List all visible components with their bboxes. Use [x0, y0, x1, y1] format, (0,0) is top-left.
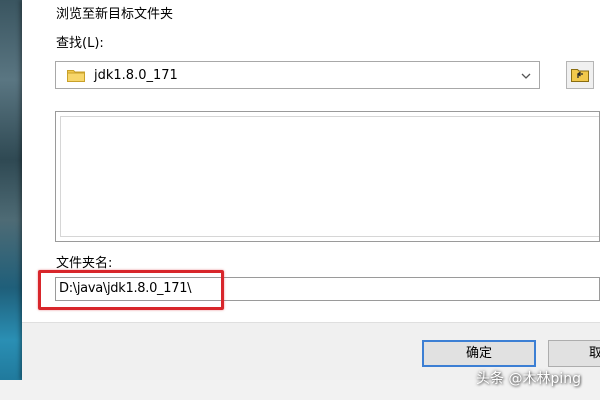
up-folder-button[interactable] [566, 61, 594, 89]
lookin-label: 查找(L): [56, 36, 104, 51]
watermark: 头条 @木林ping [476, 371, 581, 387]
cancel-button[interactable]: 取 [548, 340, 600, 367]
red-highlight-box [38, 270, 224, 310]
dialog-title: 浏览至新目标文件夹 [56, 7, 174, 22]
lookin-value: jdk1.8.0_171 [94, 68, 178, 83]
foldername-label: 文件夹名: [56, 256, 113, 271]
chevron-down-icon[interactable] [521, 71, 531, 81]
up-folder-icon [571, 69, 589, 82]
lookin-dropdown[interactable]: jdk1.8.0_171 [55, 61, 540, 89]
folder-tree-inner [60, 116, 599, 237]
folder-icon [67, 70, 85, 82]
ok-button[interactable]: 确定 [422, 340, 536, 367]
desktop-wallpaper [0, 0, 22, 400]
folder-tree-view[interactable] [55, 111, 600, 242]
